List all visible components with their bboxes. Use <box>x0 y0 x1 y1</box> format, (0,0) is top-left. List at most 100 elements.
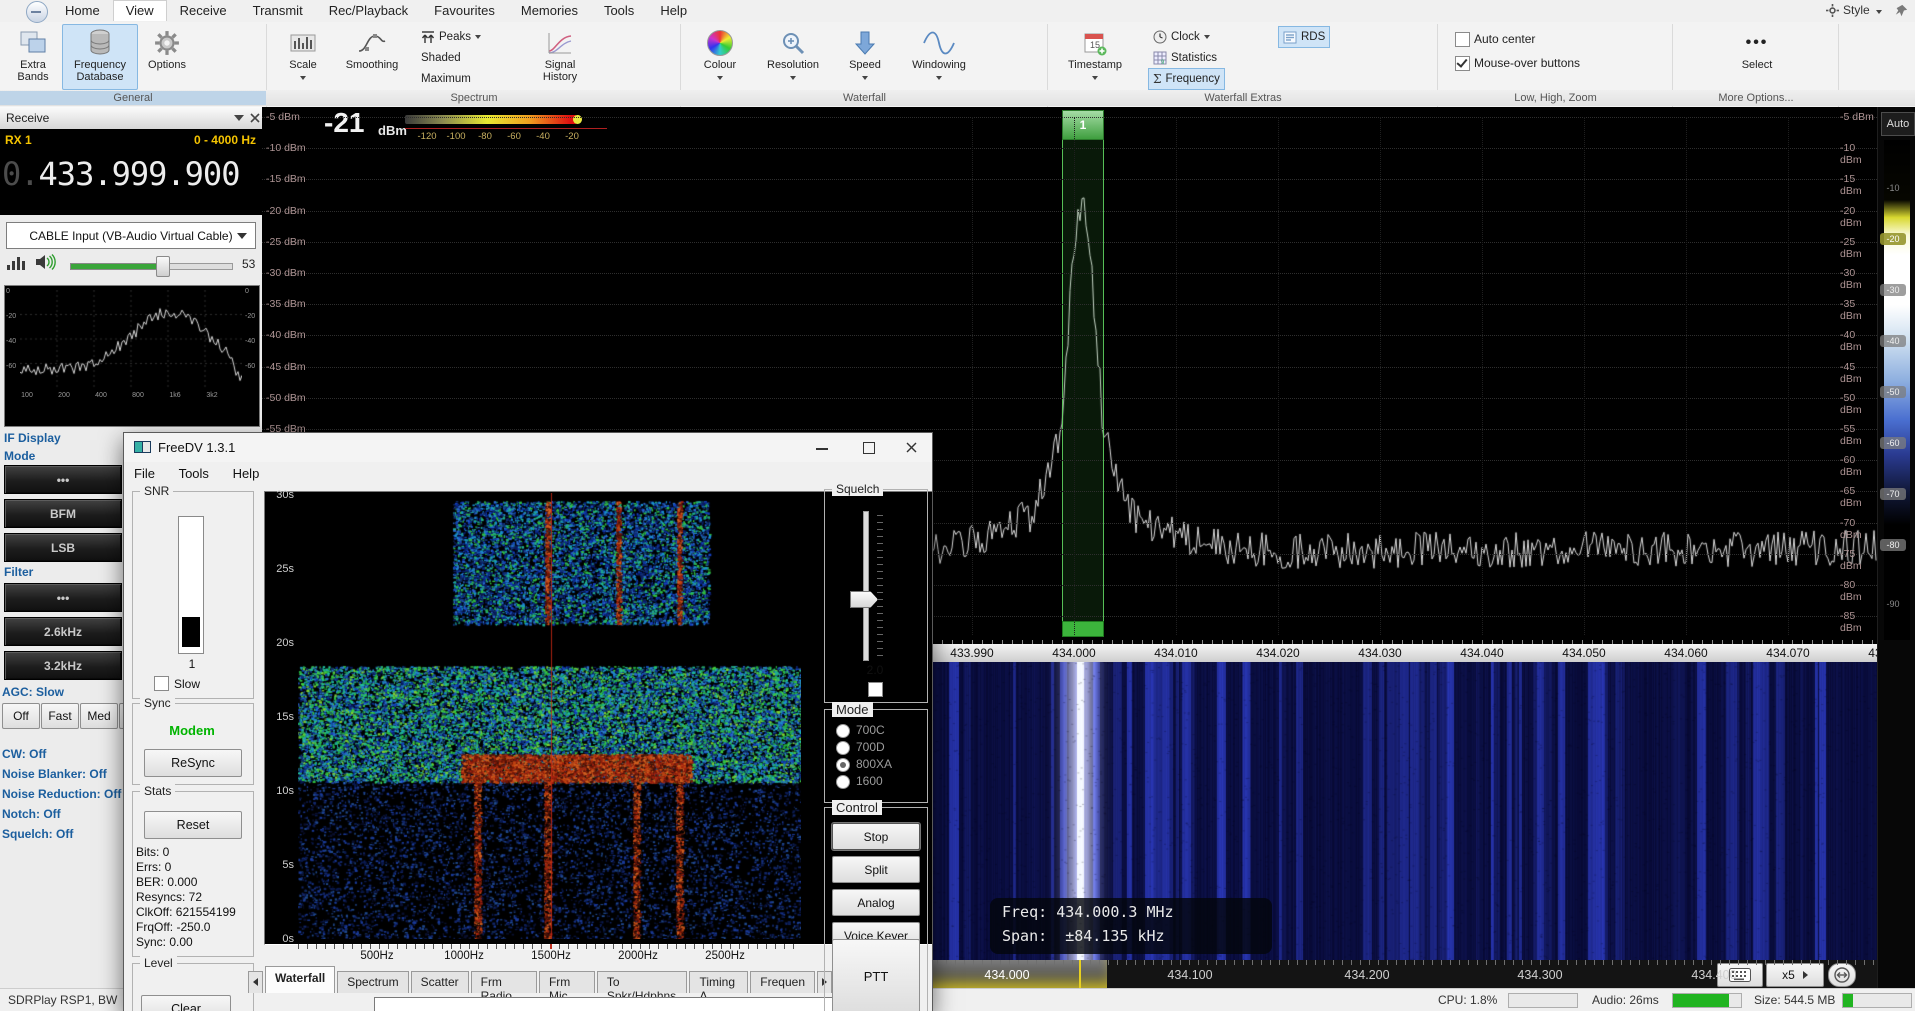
menu-help[interactable]: Help <box>223 462 270 484</box>
dsp-status-cw[interactable]: CW: Off <box>2 747 46 761</box>
rx-marker-tab[interactable]: 1 <box>1062 110 1104 140</box>
ribbon-tab-transmit[interactable]: Transmit <box>240 0 316 20</box>
volume-slider-track-filled[interactable] <box>70 263 164 270</box>
if-display-label[interactable]: IF Display <box>4 431 61 445</box>
dsp-status-noise-blanker[interactable]: Noise Blanker: Off <box>2 767 107 781</box>
freedv-tab-timing-[interactable]: Timing Δ <box>689 971 748 993</box>
analog-button[interactable]: Analog <box>832 889 920 916</box>
zoom-factor-button[interactable]: x5 <box>1766 963 1824 987</box>
ribbon-tab-tools[interactable]: Tools <box>591 0 647 20</box>
resync-button[interactable]: ReSync <box>144 749 242 777</box>
freedv-tab-waterfall[interactable]: Waterfall <box>265 966 335 993</box>
span-reset-button[interactable] <box>1828 963 1856 987</box>
agc-button-med[interactable]: Med <box>80 703 118 729</box>
minimize-button[interactable] <box>800 433 844 462</box>
radio-800xa[interactable] <box>836 758 850 772</box>
ribbon-tab-favourites[interactable]: Favourites <box>421 0 508 20</box>
filter-button-26khz[interactable]: 2.6kHz <box>4 617 122 646</box>
rds-button[interactable]: RDS <box>1278 26 1330 48</box>
speaker-icon[interactable] <box>34 253 56 276</box>
maximum-button[interactable]: Maximum <box>416 68 476 90</box>
tab-scroll-left-icon[interactable] <box>248 971 263 993</box>
filter-button-32khz[interactable]: 3.2kHz <box>4 651 122 680</box>
dsp-status-noise-reduction[interactable]: Noise Reduction: Off <box>2 787 121 801</box>
ribbon-tab-receive[interactable]: Receive <box>167 0 240 20</box>
mode-button-[interactable]: ••• <box>4 465 122 494</box>
frequency-display[interactable]: RX 1 0 - 4000 Hz 0.433.999.900 <box>0 129 262 215</box>
resolution-button[interactable]: Resolution <box>754 24 832 90</box>
level-meter-icon[interactable] <box>6 258 26 275</box>
audio-device-select[interactable]: CABLE Input (VB-Audio Virtual Cable) <box>6 222 256 249</box>
freedv-tab-frm-mic[interactable]: Frm Mic <box>539 971 595 993</box>
squelch-enable-checkbox[interactable] <box>868 682 883 697</box>
frequency-database-button[interactable]: Frequency Database <box>62 24 138 90</box>
freedv-tab-frequen[interactable]: Frequen <box>750 971 815 993</box>
options-button[interactable]: Options <box>140 24 194 90</box>
ribbon-tab-rec-playback[interactable]: Rec/Playback <box>316 0 421 20</box>
statistics-button[interactable]: 9 Statistics <box>1148 47 1222 69</box>
freedv-tab-scatter[interactable]: Scatter <box>411 971 469 993</box>
ribbon-tab-memories[interactable]: Memories <box>508 0 591 20</box>
signal-history-button[interactable]: Signal History <box>530 24 590 90</box>
filter-bandwidth-bar[interactable] <box>1062 621 1104 637</box>
maximize-button[interactable] <box>846 433 890 462</box>
app-menu-orb-icon[interactable] <box>26 1 48 23</box>
scale-button[interactable]: Scale <box>276 24 330 90</box>
frequency-button[interactable]: Σ Frequency <box>1148 68 1225 90</box>
extra-bands-button[interactable]: Extra Bands <box>4 24 62 90</box>
pin-icon[interactable] <box>1895 4 1908 22</box>
dsp-status-notch[interactable]: Notch: Off <box>2 807 61 821</box>
peaks-button[interactable]: Peaks <box>416 26 486 48</box>
freedv-title-bar[interactable]: FreeDV 1.3.1 <box>124 433 932 462</box>
auto-range-button[interactable]: Auto <box>1881 112 1915 136</box>
auto-center-checkbox[interactable]: Auto center <box>1450 28 1540 50</box>
mode-button-lsb[interactable]: LSB <box>4 533 122 562</box>
mode-button-bfm[interactable]: BFM <box>4 499 122 528</box>
shaded-button[interactable]: Shaded <box>416 47 466 69</box>
ribbon-tab-help[interactable]: Help <box>647 0 700 20</box>
tuning-band[interactable] <box>1062 117 1104 635</box>
agc-button-off[interactable]: Off <box>2 703 40 729</box>
group-label-more-options[interactable]: More Options... <box>1674 91 1838 105</box>
volume-slider-thumb[interactable] <box>156 256 170 277</box>
windowing-button[interactable]: Windowing <box>898 24 980 90</box>
gear-icon[interactable] <box>1826 4 1839 22</box>
colour-button[interactable]: Colour <box>692 24 748 90</box>
menu-file[interactable]: File <box>124 462 165 484</box>
mouse-over-buttons-checkbox[interactable]: Mouse-over buttons <box>1450 52 1585 74</box>
freedv-tab-to-spkr-hdphns[interactable]: To Spkr/Hdphns <box>597 971 688 993</box>
tuned-frequency[interactable]: 0.433.999.900 <box>2 155 260 193</box>
style-menu[interactable]: Style <box>1843 3 1882 17</box>
text-message-input[interactable] <box>374 997 840 1011</box>
ribbon-tab-view[interactable]: View <box>113 0 167 21</box>
audio-spectrum-scope[interactable]: 0-20-40-60 0-20-40-60 1002004008001k63k2 <box>4 285 260 427</box>
freedv-tab-frm-radio[interactable]: Frm Radio <box>471 971 537 993</box>
agc-label[interactable]: AGC: Slow <box>2 685 64 699</box>
clear-button[interactable]: Clear <box>141 995 231 1011</box>
squelch-slider-track[interactable] <box>863 511 869 661</box>
agc-button-fast[interactable]: Fast <box>41 703 79 729</box>
reset-button[interactable]: Reset <box>144 811 242 839</box>
smoothing-button[interactable]: Smoothing <box>336 24 408 90</box>
clock-button[interactable]: Clock <box>1148 26 1215 48</box>
freedv-tab-spectrum[interactable]: Spectrum <box>337 971 408 993</box>
snr-slow-checkbox[interactable]: Slow <box>154 676 200 691</box>
receive-panel-header[interactable]: Receive <box>0 107 262 130</box>
timestamp-button[interactable]: 15 Timestamp <box>1056 24 1134 90</box>
freedv-window[interactable]: FreeDV 1.3.1 File Tools Help SNR 1 Slow … <box>123 432 933 1011</box>
collapse-arrow-icon[interactable] <box>234 115 244 121</box>
volume-slider-track[interactable] <box>163 263 233 270</box>
filter-button-[interactable]: ••• <box>4 583 122 612</box>
ptt-button[interactable]: PTT <box>832 939 920 1011</box>
window-close-button[interactable] <box>890 433 932 462</box>
menu-tools[interactable]: Tools <box>169 462 219 484</box>
speed-button[interactable]: Speed <box>838 24 892 90</box>
radio-700d[interactable] <box>836 741 850 755</box>
freedv-waterfall-canvas[interactable] <box>298 493 801 939</box>
stop-button[interactable]: Stop <box>832 823 920 850</box>
split-button[interactable]: Split <box>832 856 920 883</box>
dsp-status-squelch[interactable]: Squelch: Off <box>2 827 73 841</box>
radio-700c[interactable] <box>836 724 850 738</box>
close-icon[interactable] <box>250 112 260 122</box>
select-button[interactable]: ••• Select <box>1720 24 1794 90</box>
